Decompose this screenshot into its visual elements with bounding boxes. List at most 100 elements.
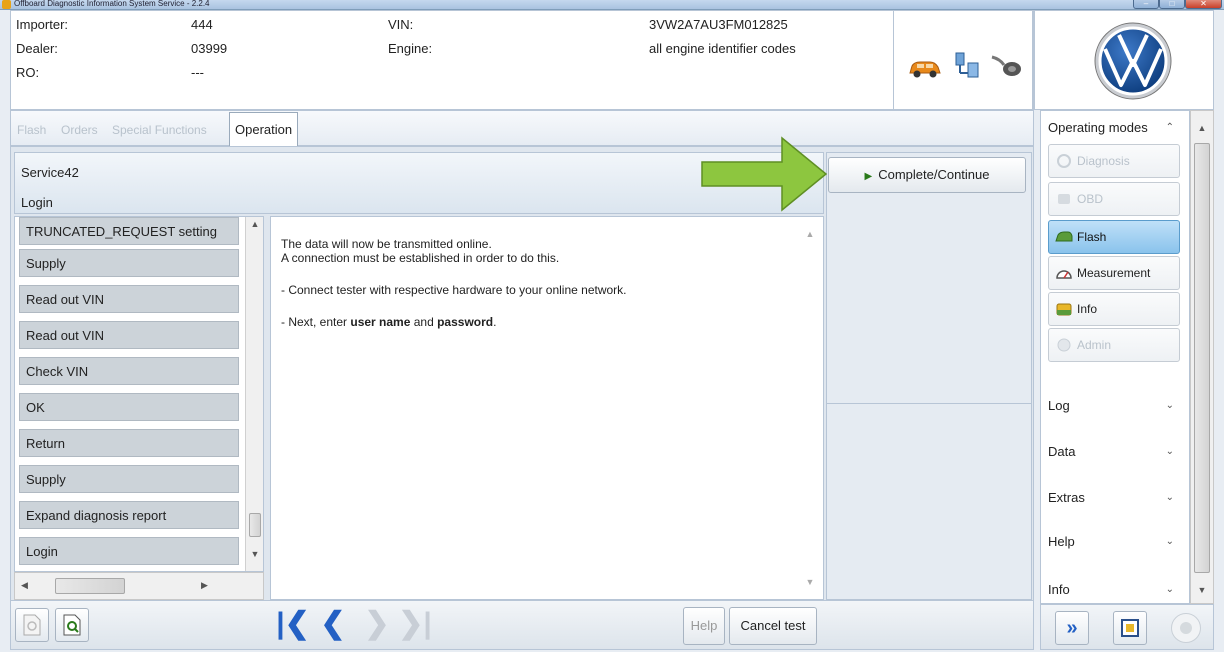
window-title: Offboard Diagnostic Information System S…	[14, 0, 210, 8]
mode-admin-label: Admin	[1077, 338, 1112, 352]
bottom-toolbar: |❮ ❮ ❯ ❯| Help Cancel test	[10, 600, 1034, 650]
ro-label: RO:	[16, 65, 40, 80]
list-item[interactable]: Supply	[19, 249, 239, 277]
document-magnify-icon	[63, 614, 81, 636]
service-step: Login	[21, 195, 53, 210]
tab-special-functions[interactable]: Special Functions	[112, 114, 207, 146]
text-pane-scrollbar[interactable]: ▲ ▼	[797, 217, 823, 599]
list-item[interactable]: Read out VIN	[19, 285, 239, 313]
mode-measurement-button[interactable]: Measurement	[1048, 256, 1180, 290]
network-icon	[955, 52, 979, 78]
list-item[interactable]: Login	[19, 537, 239, 565]
scroll-right-arrow-icon[interactable]: ▶	[201, 580, 208, 591]
horizontal-scroll-thumb[interactable]	[55, 578, 125, 594]
chevron-down-icon: ⌄	[1165, 400, 1174, 411]
frame-capture-icon	[1121, 619, 1139, 637]
car-icon	[909, 61, 941, 78]
tab-flash[interactable]: Flash	[17, 114, 46, 146]
mode-obd-button[interactable]: OBD	[1048, 182, 1180, 216]
chevron-down-icon: ⌄	[1165, 492, 1174, 503]
previous-step-button[interactable]: ❮	[313, 605, 353, 645]
last-step-button[interactable]: ❯|	[395, 605, 435, 645]
action-pane	[826, 152, 1032, 600]
list-item[interactable]: Read out VIN	[19, 321, 239, 349]
minimize-button[interactable]: –	[1133, 0, 1159, 9]
document-icon	[23, 614, 41, 636]
document-disabled-button[interactable]	[15, 608, 49, 642]
next-step-button[interactable]: ❯	[357, 605, 397, 645]
section-log[interactable]: Log ⌄	[1042, 394, 1182, 418]
sidebar-scroll-thumb[interactable]	[1194, 143, 1210, 573]
info-book-icon	[1056, 303, 1072, 316]
instruction-line-3: - Connect tester with respective hardwar…	[281, 283, 627, 297]
first-step-button[interactable]: |❮	[273, 605, 313, 645]
expand-sidebar-button[interactable]: »	[1055, 611, 1089, 645]
vin-value: 3VW2A7AU3FM012825	[649, 17, 788, 32]
list-item[interactable]: OK	[19, 393, 239, 421]
skip-first-icon: |❮	[276, 607, 310, 640]
record-disabled-icon	[1180, 622, 1192, 634]
importer-label: Importer:	[16, 17, 69, 32]
maximize-button[interactable]: □	[1159, 0, 1185, 9]
flash-car-icon	[1055, 231, 1073, 242]
mode-diagnosis-label: Diagnosis	[1077, 154, 1130, 168]
section-help[interactable]: Help ⌄	[1042, 530, 1182, 554]
chevron-up-icon: ⌃	[1165, 122, 1174, 133]
cancel-test-button[interactable]: Cancel test	[729, 607, 817, 645]
title-bar: Offboard Diagnostic Information System S…	[0, 0, 1224, 10]
operating-modes-header[interactable]: Operating modes ⌃	[1042, 116, 1182, 140]
text-scroll-up-icon[interactable]: ▲	[797, 229, 823, 239]
list-item[interactable]: Expand diagnosis report	[19, 501, 239, 529]
instruction-line-4-mid: and	[410, 315, 438, 329]
mode-diagnosis-button[interactable]: Diagnosis	[1048, 144, 1180, 178]
instruction-line-4-suffix: .	[493, 315, 497, 329]
scroll-down-arrow-icon[interactable]: ▼	[246, 549, 263, 559]
mode-measurement-label: Measurement	[1077, 266, 1151, 280]
header-status-icons	[893, 10, 1033, 110]
list-item[interactable]: Check VIN	[19, 357, 239, 385]
vw-logo-icon	[1094, 22, 1172, 100]
scroll-left-arrow-icon[interactable]: ◀	[21, 580, 28, 591]
step-list: TRUNCATED_REQUEST setting Supply Read ou…	[14, 216, 264, 572]
obd-icon	[1058, 194, 1070, 204]
vin-label: VIN:	[388, 17, 414, 32]
complete-continue-button[interactable]: ▶ Complete/Continue	[828, 157, 1026, 193]
section-info[interactable]: Info ⌄	[1042, 578, 1182, 602]
document-zoom-button[interactable]	[55, 608, 89, 642]
step-list-vertical-scrollbar[interactable]: ▲ ▼	[245, 217, 263, 571]
tab-strip: Flash Orders Special Functions Operation	[10, 110, 1034, 147]
step-list-horizontal-scrollbar[interactable]: ◀ ▶	[14, 572, 264, 600]
section-data[interactable]: Data ⌄	[1042, 440, 1182, 464]
user-name-emphasis: user name	[350, 315, 411, 329]
list-item[interactable]: Supply	[19, 465, 239, 493]
section-extras[interactable]: Extras ⌄	[1042, 486, 1182, 510]
text-scroll-down-icon[interactable]: ▼	[797, 577, 823, 587]
sidebar-scroll-down-icon[interactable]: ▼	[1191, 585, 1213, 595]
close-window-button[interactable]: ✕	[1185, 0, 1222, 9]
mode-admin-button[interactable]: Admin	[1048, 328, 1180, 362]
mode-obd-label: OBD	[1077, 192, 1104, 206]
tab-orders[interactable]: Orders	[61, 114, 98, 146]
mode-flash-label: Flash	[1077, 230, 1107, 244]
tab-operation[interactable]: Operation	[229, 112, 299, 147]
play-icon: ▶	[864, 171, 873, 182]
list-item[interactable]: TRUNCATED_REQUEST setting	[19, 217, 239, 245]
list-item[interactable]: Return	[19, 429, 239, 457]
instruction-line-1: The data will now be transmitted online.	[281, 237, 492, 251]
sidebar-bottom-toolbar: »	[1040, 604, 1214, 650]
engine-value: all engine identifier codes	[649, 41, 796, 56]
sidebar-scroll-up-icon[interactable]: ▲	[1191, 123, 1213, 133]
mode-info-label: Info	[1077, 302, 1098, 316]
help-button[interactable]: Help	[683, 607, 725, 645]
scroll-up-arrow-icon[interactable]: ▲	[246, 219, 263, 229]
chevron-down-icon: ⌄	[1165, 446, 1174, 457]
screenshot-button[interactable]	[1113, 611, 1147, 645]
sidebar-scrollbar[interactable]: ▲ ▼	[1190, 110, 1214, 604]
disabled-status-button[interactable]	[1171, 613, 1201, 643]
section-help-label: Help	[1048, 534, 1075, 549]
mode-info-button[interactable]: Info	[1048, 292, 1180, 326]
green-arrow-annotation-icon	[701, 136, 828, 212]
scroll-thumb[interactable]	[249, 513, 261, 537]
mode-flash-button[interactable]: Flash	[1048, 220, 1180, 254]
dealer-value: 03999	[191, 41, 228, 56]
